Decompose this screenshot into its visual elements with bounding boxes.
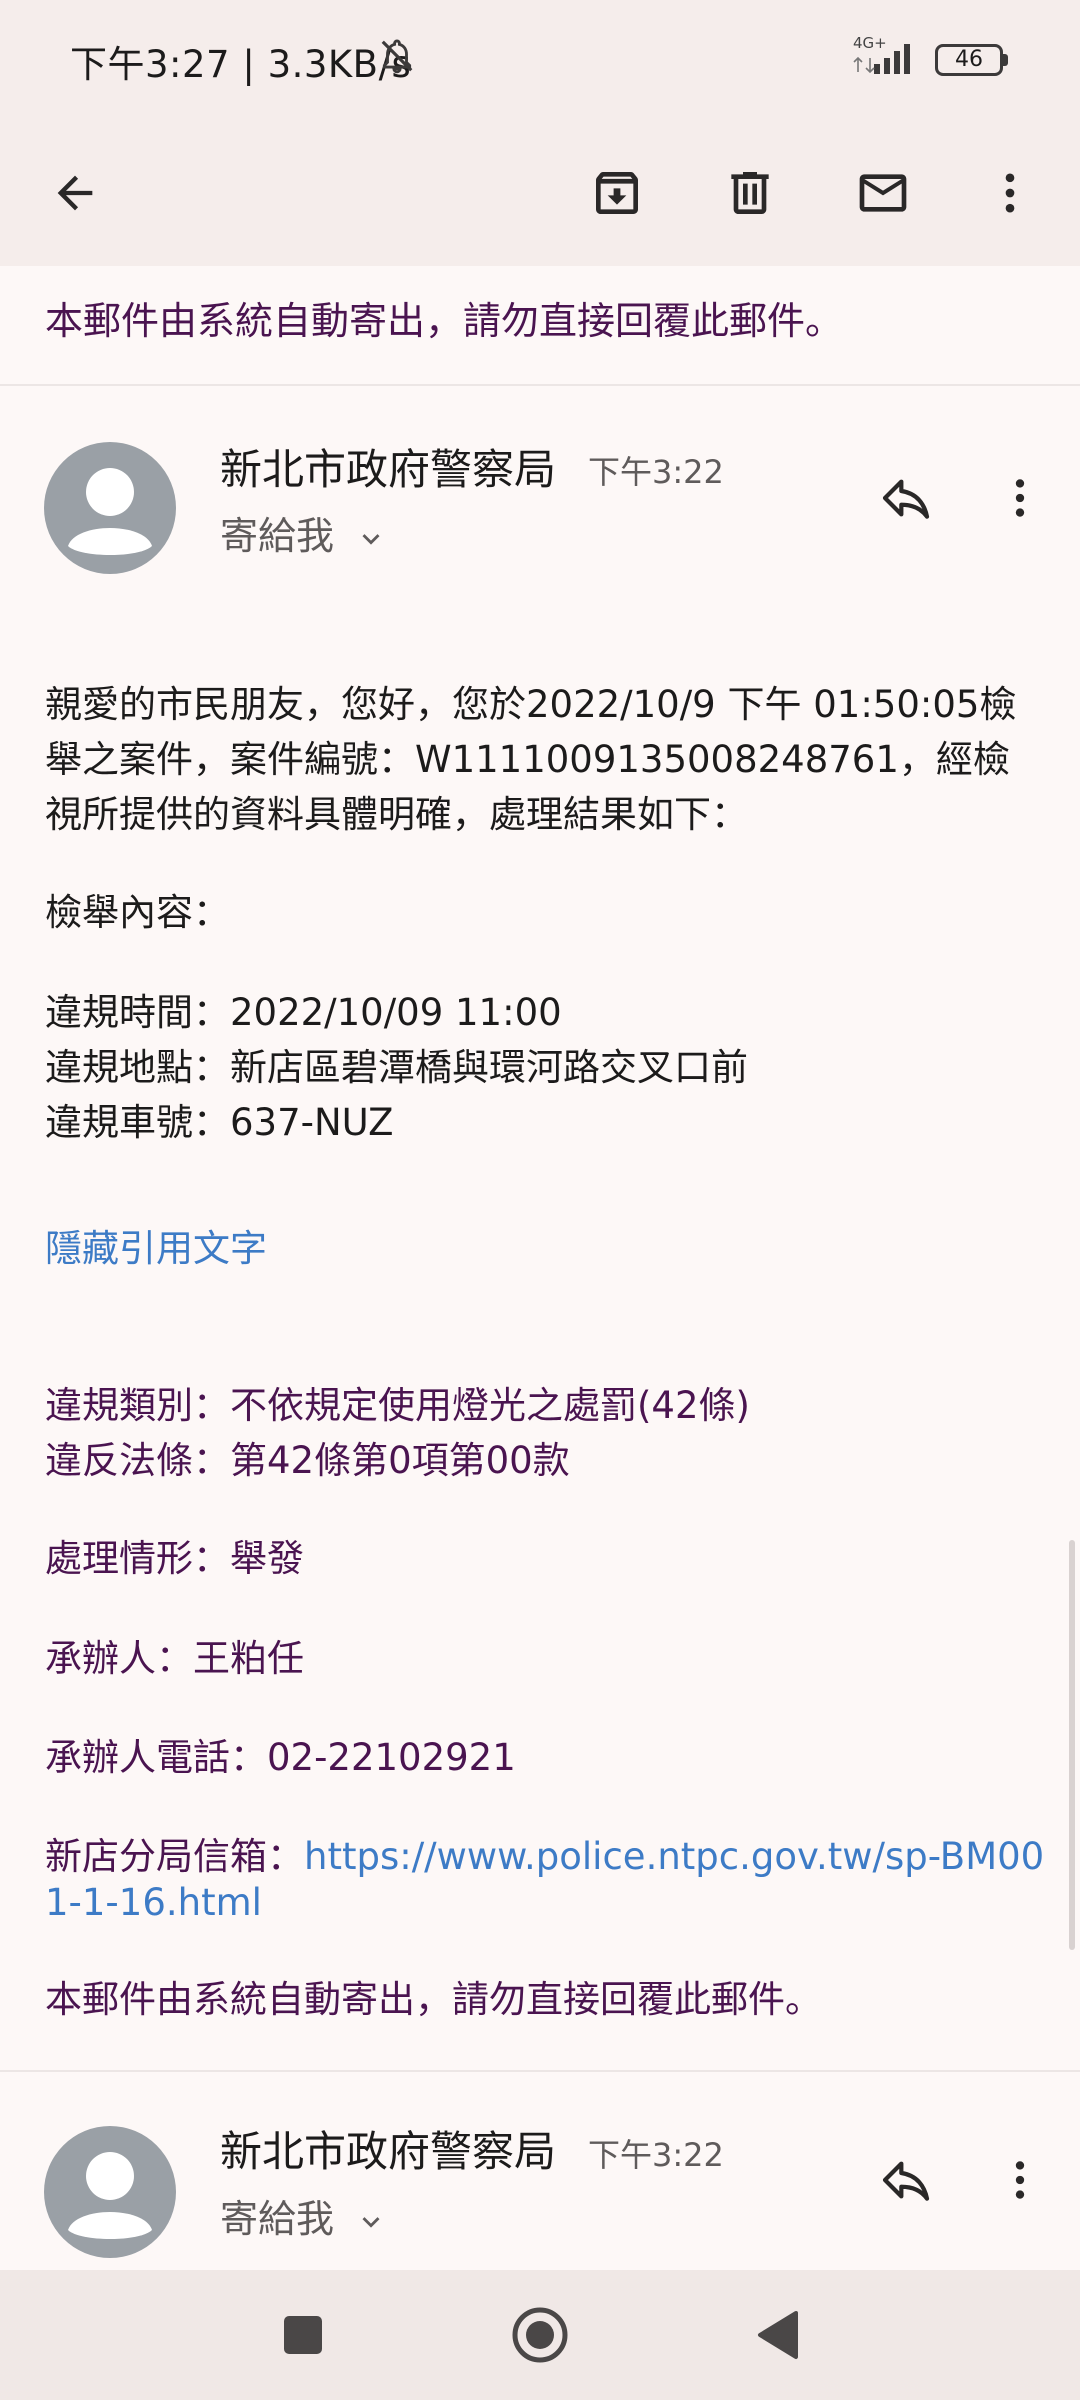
message-time: 下午3:22: [588, 2136, 724, 2174]
recents-button[interactable]: [258, 2295, 348, 2375]
recipient-toggle[interactable]: 寄給我: [220, 2188, 388, 2243]
archive-button[interactable]: [572, 148, 662, 238]
violated-law: 違反法條：第42條第0項第00款: [45, 1439, 570, 1482]
square-icon: [284, 2316, 322, 2354]
status-time-speed: 下午3:27 | 3.3KB/s: [70, 43, 412, 86]
triangle-back-icon: [758, 2311, 798, 2359]
divider: [0, 384, 1080, 386]
handler-phone: 承辦人電話：02-22102921: [45, 1736, 516, 1779]
recipient-label: 寄給我: [220, 514, 335, 558]
reply-icon: [882, 2161, 930, 2201]
message-time: 下午3:22: [588, 453, 724, 491]
hide-quoted-text-link[interactable]: 隱藏引用文字: [45, 1218, 267, 1272]
violation-time: 違規時間：2022/10/09 11:00: [45, 991, 562, 1034]
nav-back-button[interactable]: [733, 2295, 823, 2375]
more-options-button[interactable]: [965, 148, 1055, 238]
more-vert-icon: [1005, 173, 1015, 213]
message-intro: 親愛的市民朋友，您好，您於2022/10/9 下午 01:50:05檢舉之案件，…: [45, 683, 1017, 836]
more-vert-icon: [1015, 2161, 1025, 2199]
mailbox-label: 新店分局信箱：: [45, 1835, 304, 1878]
battery-indicator: 46: [935, 44, 1003, 76]
message-more-button[interactable]: [980, 2140, 1060, 2220]
back-button[interactable]: [30, 148, 120, 238]
mailbox-line: 新店分局信箱：https://www.police.ntpc.gov.tw/sp…: [45, 1834, 1045, 1926]
handler: 承辦人：王粕任: [45, 1637, 304, 1680]
reply-icon: [882, 479, 930, 519]
violation-location: 違規地點：新店區碧潭橋與環河路交叉口前: [45, 1046, 748, 1089]
recipient-label: 寄給我: [220, 2197, 335, 2241]
trash-icon: [731, 172, 769, 214]
handling-status: 處理情形：舉發: [45, 1537, 304, 1580]
more-vert-icon: [1015, 479, 1025, 517]
divider: [0, 2070, 1080, 2072]
battery-tip: [1003, 54, 1008, 66]
previous-message-footer: 本郵件由系統自動寄出，請勿直接回覆此郵件。: [45, 299, 844, 343]
system-nav-bar: [0, 2270, 1080, 2400]
app-bar: [0, 118, 1080, 266]
scrollbar[interactable]: [1069, 1540, 1075, 1950]
chevron-down-icon: [362, 533, 380, 545]
reply-button[interactable]: [866, 2140, 946, 2220]
delete-button[interactable]: [705, 148, 795, 238]
violation-plate: 違規車號：637-NUZ: [45, 1101, 394, 1144]
chevron-down-icon: [362, 2216, 380, 2228]
report-heading: 檢舉內容：: [45, 891, 230, 934]
message-footer: 本郵件由系統自動寄出，請勿直接回覆此郵件。: [45, 1978, 822, 2021]
archive-icon: [596, 172, 638, 214]
message-more-button[interactable]: [980, 458, 1060, 538]
arrow-back-icon: [57, 175, 93, 211]
circle-icon: [512, 2307, 568, 2363]
status-bar: 下午3:27 | 3.3KB/s 4G+ 46: [0, 0, 1080, 118]
avatar[interactable]: [44, 2126, 176, 2258]
person-icon: [68, 2152, 152, 2239]
violation-category: 違規類別：不依規定使用燈光之處罰(42條): [45, 1384, 750, 1427]
avatar[interactable]: [44, 442, 176, 574]
sender-name[interactable]: 新北市政府警察局: [220, 436, 556, 497]
bell-off-icon: [378, 36, 416, 80]
recipient-toggle[interactable]: 寄給我: [220, 505, 388, 560]
signal-icon: [850, 38, 925, 80]
person-icon: [68, 468, 152, 555]
reply-button[interactable]: [866, 458, 946, 538]
mail-icon: [859, 174, 907, 212]
home-button[interactable]: [495, 2295, 585, 2375]
mark-unread-button[interactable]: [838, 148, 928, 238]
sender-name[interactable]: 新北市政府警察局: [220, 2118, 556, 2179]
